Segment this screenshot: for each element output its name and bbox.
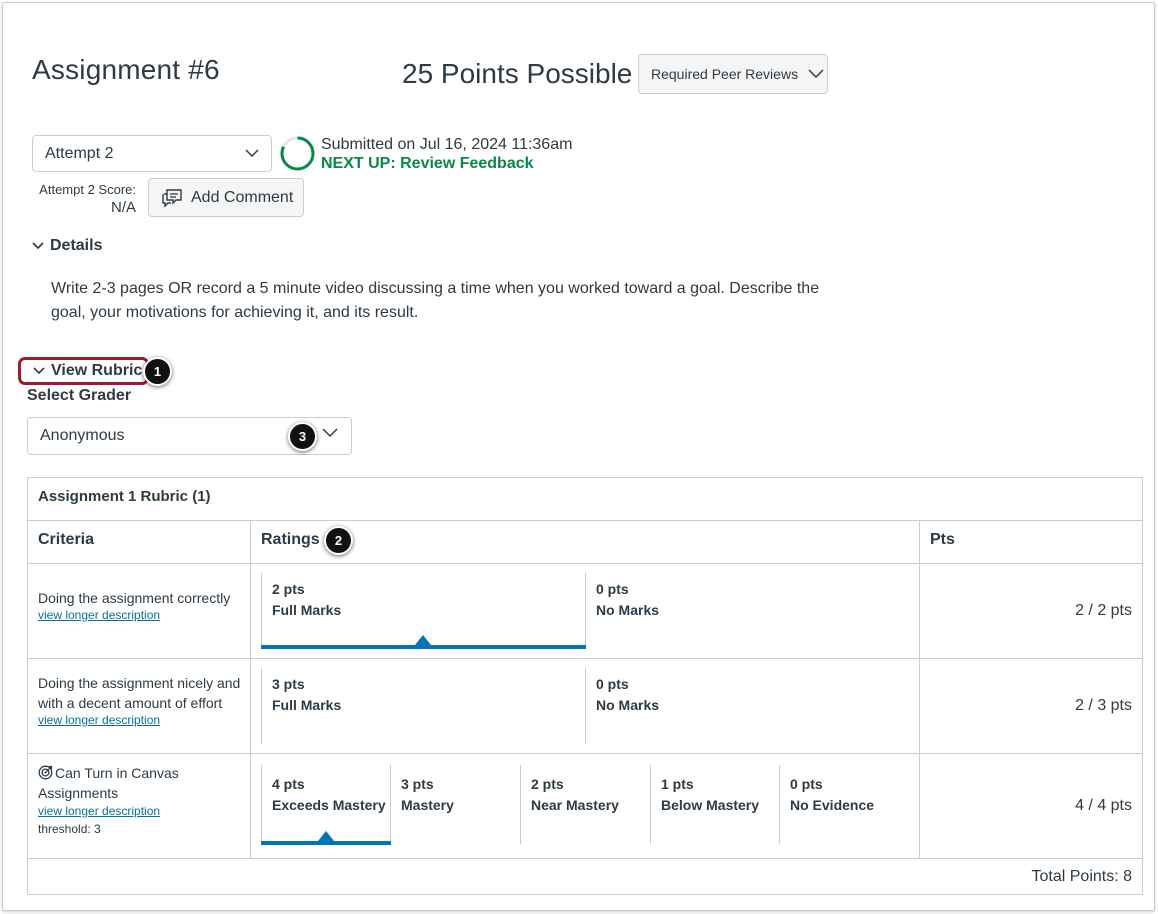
ratings-header: Ratings [261, 531, 320, 548]
rating-label: Full Marks [272, 602, 342, 618]
rating-points: 0 pts [596, 581, 629, 597]
view-rubric-toggle[interactable]: View Rubric [18, 357, 149, 385]
details-label: Details [50, 237, 103, 254]
divider [650, 765, 651, 844]
rating-label: Mastery [401, 797, 454, 813]
chevron-down-icon [322, 428, 338, 438]
attempt-score: Attempt 2 Score: N/A [32, 181, 136, 217]
attempt-score-value: N/A [110, 199, 136, 216]
rating-label: No Marks [596, 602, 660, 618]
criterion-score: 4 / 4 pts [1075, 797, 1132, 814]
rating-option[interactable]: 1 pts Below Mastery [661, 774, 759, 816]
criteria-header: Criteria [38, 531, 95, 548]
criterion-title: Doing the assignment nicely and with a d… [38, 675, 241, 711]
grader-select-value: Anonymous [40, 427, 125, 444]
rating-points: 3 pts [272, 676, 305, 692]
rating-label: Below Mastery [661, 797, 760, 813]
callout-badge-1: 1 [143, 357, 172, 386]
submitted-status: Submitted on Jul 16, 2024 11:36am [321, 136, 573, 153]
criterion-cell: Doing the assignment correctly view long… [38, 588, 243, 622]
selected-indicator-icon [415, 635, 431, 645]
rating-points: 0 pts [790, 776, 823, 792]
comment-icon [162, 188, 182, 208]
criterion-title: Doing the assignment correctly [38, 590, 231, 606]
assignment-title: Assignment #6 [32, 54, 220, 85]
divider [919, 520, 920, 858]
criterion-cell: Can Turn in Canvas Assignments view long… [38, 763, 243, 836]
chevron-down-icon [245, 149, 259, 158]
submission-progress-icon [280, 136, 315, 171]
view-rubric-label: View Rubric [51, 362, 143, 379]
rating-option[interactable]: 0 pts No Marks [596, 579, 659, 621]
attempt-select-value: Attempt 2 [45, 144, 114, 162]
total-points: Total Points: 8 [1031, 868, 1133, 885]
rubric-table: Assignment 1 Rubric (1) Criteria Ratings… [27, 477, 1143, 895]
divider [28, 520, 1142, 521]
criterion-title: Can Turn in Canvas Assignments [38, 765, 179, 801]
view-longer-description-link[interactable]: view longer description [38, 713, 243, 727]
mastery-threshold: threshold: 3 [38, 822, 101, 836]
rating-option[interactable]: 3 pts Full Marks [272, 674, 341, 716]
divider [250, 520, 251, 858]
rating-label: No Evidence [790, 797, 875, 813]
rating-label: No Marks [596, 697, 660, 713]
divider [261, 668, 262, 744]
divider [28, 858, 1142, 859]
criterion-score: 2 / 2 pts [1075, 602, 1132, 619]
view-longer-description-link[interactable]: view longer description [38, 608, 243, 622]
rating-option[interactable]: 3 pts Mastery [401, 774, 454, 816]
rating-label: Exceeds Mastery [272, 797, 386, 813]
select-grader-label: Select Grader [27, 387, 132, 404]
assignment-description: Write 2-3 pages OR record a 5 minute vid… [51, 280, 820, 321]
divider [261, 765, 262, 844]
callout-badge-3: 3 [288, 422, 317, 451]
divider [520, 765, 521, 844]
add-comment-button[interactable]: Add Comment [148, 178, 304, 217]
rating-points: 2 pts [272, 581, 305, 597]
selected-rating-bar [261, 841, 391, 845]
rating-label: Near Mastery [531, 797, 619, 813]
view-longer-description-link[interactable]: view longer description [38, 804, 243, 818]
criterion-cell: Doing the assignment nicely and with a d… [38, 673, 243, 727]
next-up-status: NEXT UP: Review Feedback [321, 155, 534, 172]
points-possible: 25 Points Possible [402, 58, 633, 89]
required-peer-reviews-button[interactable]: Required Peer Reviews [638, 54, 828, 94]
divider [585, 668, 586, 744]
chevron-down-icon [808, 69, 824, 79]
details-toggle[interactable]: Details [32, 237, 102, 255]
rating-points: 0 pts [596, 676, 629, 692]
criterion-score: 2 / 3 pts [1075, 697, 1132, 714]
chevron-down-icon [32, 242, 44, 250]
rubric-title: Assignment 1 Rubric (1) [38, 488, 211, 505]
divider [779, 765, 780, 844]
rating-points: 3 pts [401, 776, 434, 792]
rating-option[interactable]: 4 pts Exceeds Mastery [272, 774, 386, 816]
divider [390, 765, 391, 844]
callout-badge-2: 2 [324, 526, 353, 555]
rating-label: Full Marks [272, 697, 342, 713]
attempt-select[interactable]: Attempt 2 [32, 135, 272, 172]
criterion-title-row: Can Turn in Canvas Assignments [38, 763, 243, 803]
chevron-down-icon [33, 367, 45, 375]
divider [585, 573, 586, 648]
divider [28, 563, 1142, 564]
add-comment-label: Add Comment [191, 188, 294, 206]
rating-points: 1 pts [661, 776, 694, 792]
rating-option[interactable]: 2 pts Full Marks [272, 579, 341, 621]
rating-points: 4 pts [272, 776, 305, 792]
divider [261, 573, 262, 648]
peer-reviews-label: Required Peer Reviews [651, 66, 799, 82]
selected-rating-bar [261, 645, 586, 649]
pts-header: Pts [930, 531, 955, 548]
rating-points: 2 pts [531, 776, 564, 792]
outcome-target-icon [38, 765, 53, 780]
divider [28, 658, 1142, 659]
rating-option[interactable]: 2 pts Near Mastery [531, 774, 619, 816]
rating-option[interactable]: 0 pts No Marks [596, 674, 659, 716]
divider [28, 753, 1142, 754]
rating-option[interactable]: 0 pts No Evidence [790, 774, 874, 816]
selected-indicator-icon [318, 831, 334, 841]
attempt-score-label: Attempt 2 Score: [39, 182, 136, 197]
